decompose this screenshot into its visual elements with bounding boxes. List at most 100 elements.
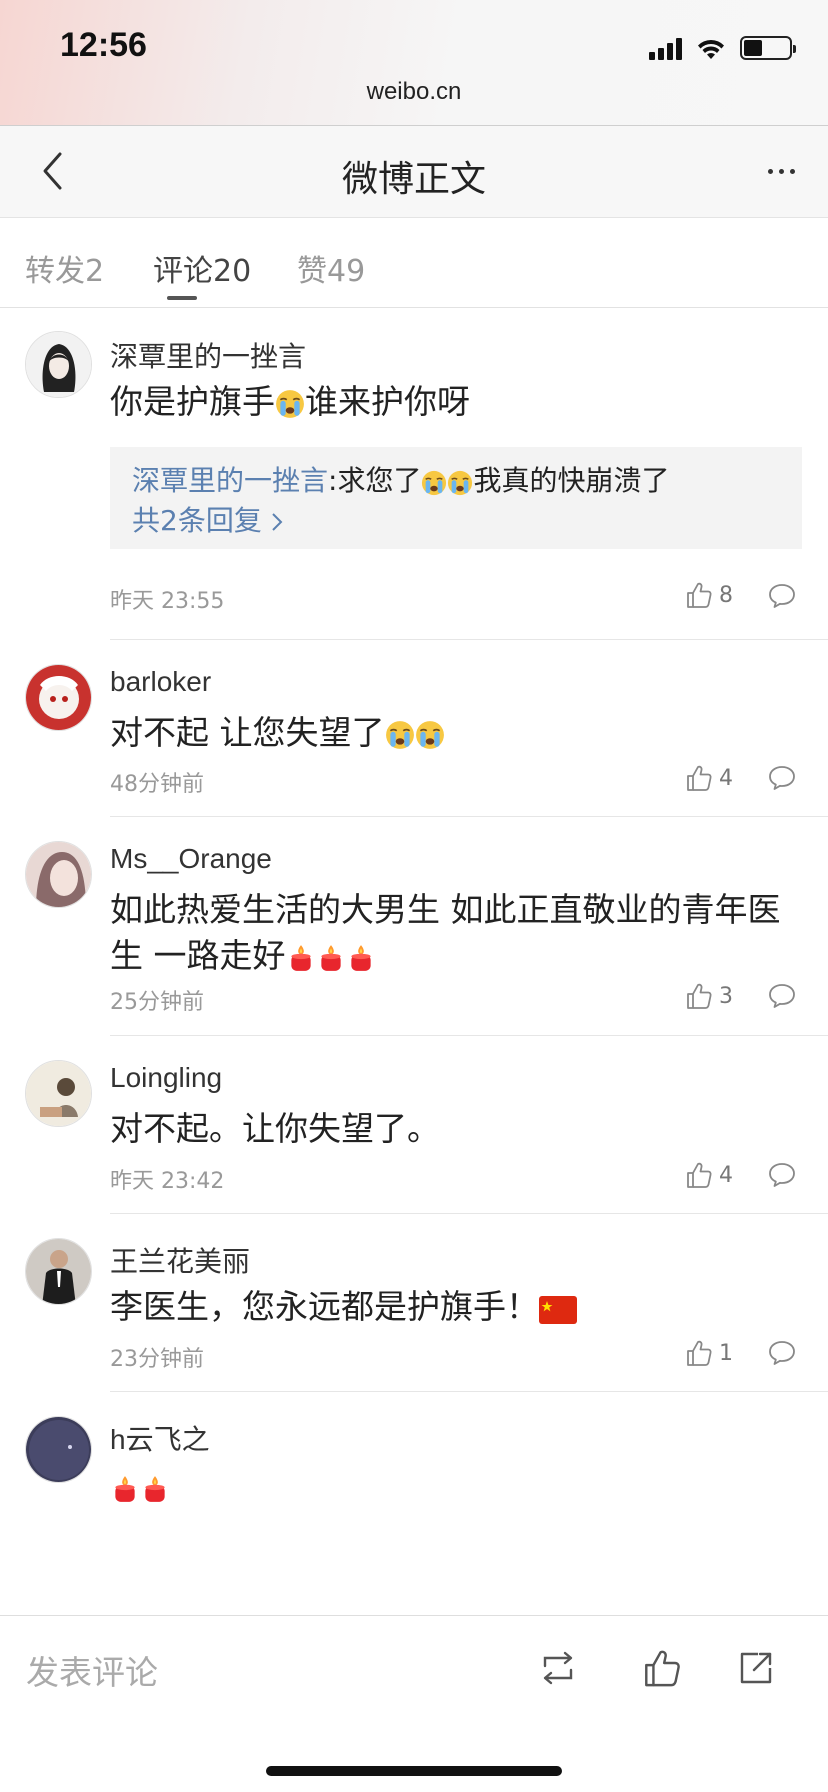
url-domain[interactable]: weibo.cn xyxy=(0,78,828,106)
tab-likes[interactable]: 赞49 xyxy=(297,246,365,290)
nav-bar: 微博正文 xyxy=(0,126,828,218)
avatar-image xyxy=(26,842,91,907)
avatar-image xyxy=(26,1417,91,1482)
like-button[interactable]: 3 xyxy=(685,982,733,1010)
wifi-icon xyxy=(698,39,724,59)
avatar[interactable] xyxy=(25,1416,92,1483)
candle-emoji-icon xyxy=(350,945,371,971)
reply-text: :求您了 xyxy=(328,464,422,497)
repost-icon xyxy=(543,1651,573,1685)
like-count: 4 xyxy=(719,765,733,791)
repost-button[interactable] xyxy=(532,1642,584,1694)
bottom-bar: 发表评论 xyxy=(0,1615,828,1792)
crying-emoji-icon xyxy=(275,389,305,419)
comment-author[interactable]: h云飞之 xyxy=(110,1418,210,1458)
like-count: 4 xyxy=(719,1162,733,1188)
comment-author[interactable]: Loingling xyxy=(110,1062,222,1094)
comment-author[interactable]: 深覃里的一挫言 xyxy=(110,335,306,375)
more-dot xyxy=(778,168,784,174)
comment-time: 昨天 23:42 xyxy=(110,1169,225,1194)
chevron-right-icon xyxy=(272,513,283,531)
comment-text-part: 对不起 让您失望了 xyxy=(110,713,385,752)
like-post-button[interactable] xyxy=(636,1642,688,1694)
tab-reposts[interactable]: 转发2 xyxy=(25,246,104,290)
tab-bar: 转发2 评论20 赞49 xyxy=(0,222,828,308)
comment-time: 48分钟前 xyxy=(110,772,204,797)
comment-author[interactable]: Ms__Orange xyxy=(110,843,272,875)
comment-item[interactable]: Ms__Orange 如此热爱生活的大男生 如此正直敬业的青年医生 一路走好 2… xyxy=(0,817,828,1036)
candle-emoji-icon xyxy=(320,945,341,971)
crying-emoji-icon xyxy=(447,470,474,496)
comment-item[interactable]: barloker 对不起 让您失望了 48分钟前 4 xyxy=(0,640,828,817)
comment-text: 李医生，您永远都是护旗手！ xyxy=(110,1284,800,1330)
like-button[interactable]: 8 xyxy=(685,581,733,609)
reply-text: 我真的快崩溃了 xyxy=(473,464,670,497)
share-icon xyxy=(740,1652,772,1684)
avatar-image xyxy=(26,1239,91,1304)
more-replies-label: 共2条回复 xyxy=(132,504,262,537)
candle-emoji-icon xyxy=(115,1476,135,1502)
page-title: 微博正文 xyxy=(341,159,486,200)
comment-text: 如此热爱生活的大男生 如此正直敬业的青年医生 一路走好 xyxy=(110,887,800,979)
comment-item[interactable]: 深覃里的一挫言 你是护旗手 谁来护你呀 深覃里的一挫言:求您了 我真的快崩溃了 共2… xyxy=(0,309,828,640)
comment-text-part: 李医生，您永远都是护旗手！ xyxy=(110,1287,539,1326)
comment-text: 对不起 让您失望了 xyxy=(110,710,800,756)
home-indicator[interactable] xyxy=(266,1766,562,1776)
reply-author[interactable]: 深覃里的一挫言 xyxy=(132,464,328,497)
like-count: 8 xyxy=(719,582,733,608)
more-button[interactable] xyxy=(756,146,806,196)
status-time: 12:56 xyxy=(60,26,147,64)
comment-text-part: 如此热爱生活的大男生 如此正直敬业的青年医生 一路走好 xyxy=(110,890,781,975)
comment-text-part: 你是护旗手 xyxy=(110,382,275,421)
avatar-image xyxy=(26,332,91,397)
comment-time: 23分钟前 xyxy=(110,1347,204,1372)
share-button[interactable] xyxy=(730,1642,782,1694)
like-count: 1 xyxy=(719,1340,733,1366)
comment-list: 深覃里的一挫言 你是护旗手 谁来护你呀 深覃里的一挫言:求您了 我真的快崩溃了 共2… xyxy=(0,309,828,1614)
like-count: 3 xyxy=(719,983,733,1009)
comment-input[interactable]: 发表评论 xyxy=(26,1646,158,1694)
crying-emoji-icon xyxy=(421,470,448,496)
avatar[interactable] xyxy=(25,1060,92,1127)
comment-item[interactable]: 王兰花美丽 李医生，您永远都是护旗手！ 23分钟前 1 xyxy=(0,1214,828,1392)
reply-preview[interactable]: 深覃里的一挫言:求您了 我真的快崩溃了 共2条回复 xyxy=(110,447,802,549)
comment-bubble-icon[interactable] xyxy=(768,764,796,792)
comment-author[interactable]: barloker xyxy=(110,666,211,698)
status-icons xyxy=(649,36,796,60)
tab-indicator xyxy=(167,296,197,300)
candle-emoji-icon xyxy=(145,1476,165,1502)
comment-bubble-icon[interactable] xyxy=(768,1339,796,1367)
thumbs-up-icon xyxy=(687,983,712,1009)
comment-text: 你是护旗手 谁来护你呀 xyxy=(110,379,800,425)
comment-bubble-icon[interactable] xyxy=(768,982,796,1010)
avatar[interactable] xyxy=(25,664,92,731)
comment-bubble-icon[interactable] xyxy=(768,1161,796,1189)
like-button[interactable]: 1 xyxy=(685,1339,733,1367)
comment-text xyxy=(110,1464,800,1510)
comment-text: 对不起。让你失望了。 xyxy=(110,1109,440,1148)
comment-time: 昨天 23:55 xyxy=(110,589,225,614)
comment-item[interactable]: Loingling 对不起。让你失望了。 昨天 23:42 4 xyxy=(0,1036,828,1214)
avatar[interactable] xyxy=(25,841,92,908)
avatar-image xyxy=(26,1061,91,1126)
avatar[interactable] xyxy=(25,1238,92,1305)
thumbs-up-icon xyxy=(687,765,712,791)
comment-text-part: 谁来护你呀 xyxy=(305,382,470,421)
avatar[interactable] xyxy=(25,331,92,398)
comment-item[interactable]: h云飞之 xyxy=(0,1392,828,1592)
more-dot xyxy=(789,168,795,174)
more-replies-link[interactable]: 共2条回复 xyxy=(132,501,780,541)
tab-comments[interactable]: 评论20 xyxy=(153,246,251,290)
comment-author[interactable]: 王兰花美丽 xyxy=(110,1240,250,1280)
comment-bubble-icon[interactable] xyxy=(768,582,796,610)
crying-emoji-icon xyxy=(384,720,415,750)
thumbs-up-icon xyxy=(687,1162,712,1188)
like-button[interactable]: 4 xyxy=(685,1161,733,1189)
reply-line: 深覃里的一挫言:求您了 我真的快崩溃了 xyxy=(132,461,780,501)
thumbs-up-icon xyxy=(687,582,712,608)
comment-time: 25分钟前 xyxy=(110,990,204,1015)
avatar-image xyxy=(26,665,91,730)
signal-icon xyxy=(649,36,682,60)
more-dots-icon xyxy=(767,168,773,174)
like-button[interactable]: 4 xyxy=(685,764,733,792)
